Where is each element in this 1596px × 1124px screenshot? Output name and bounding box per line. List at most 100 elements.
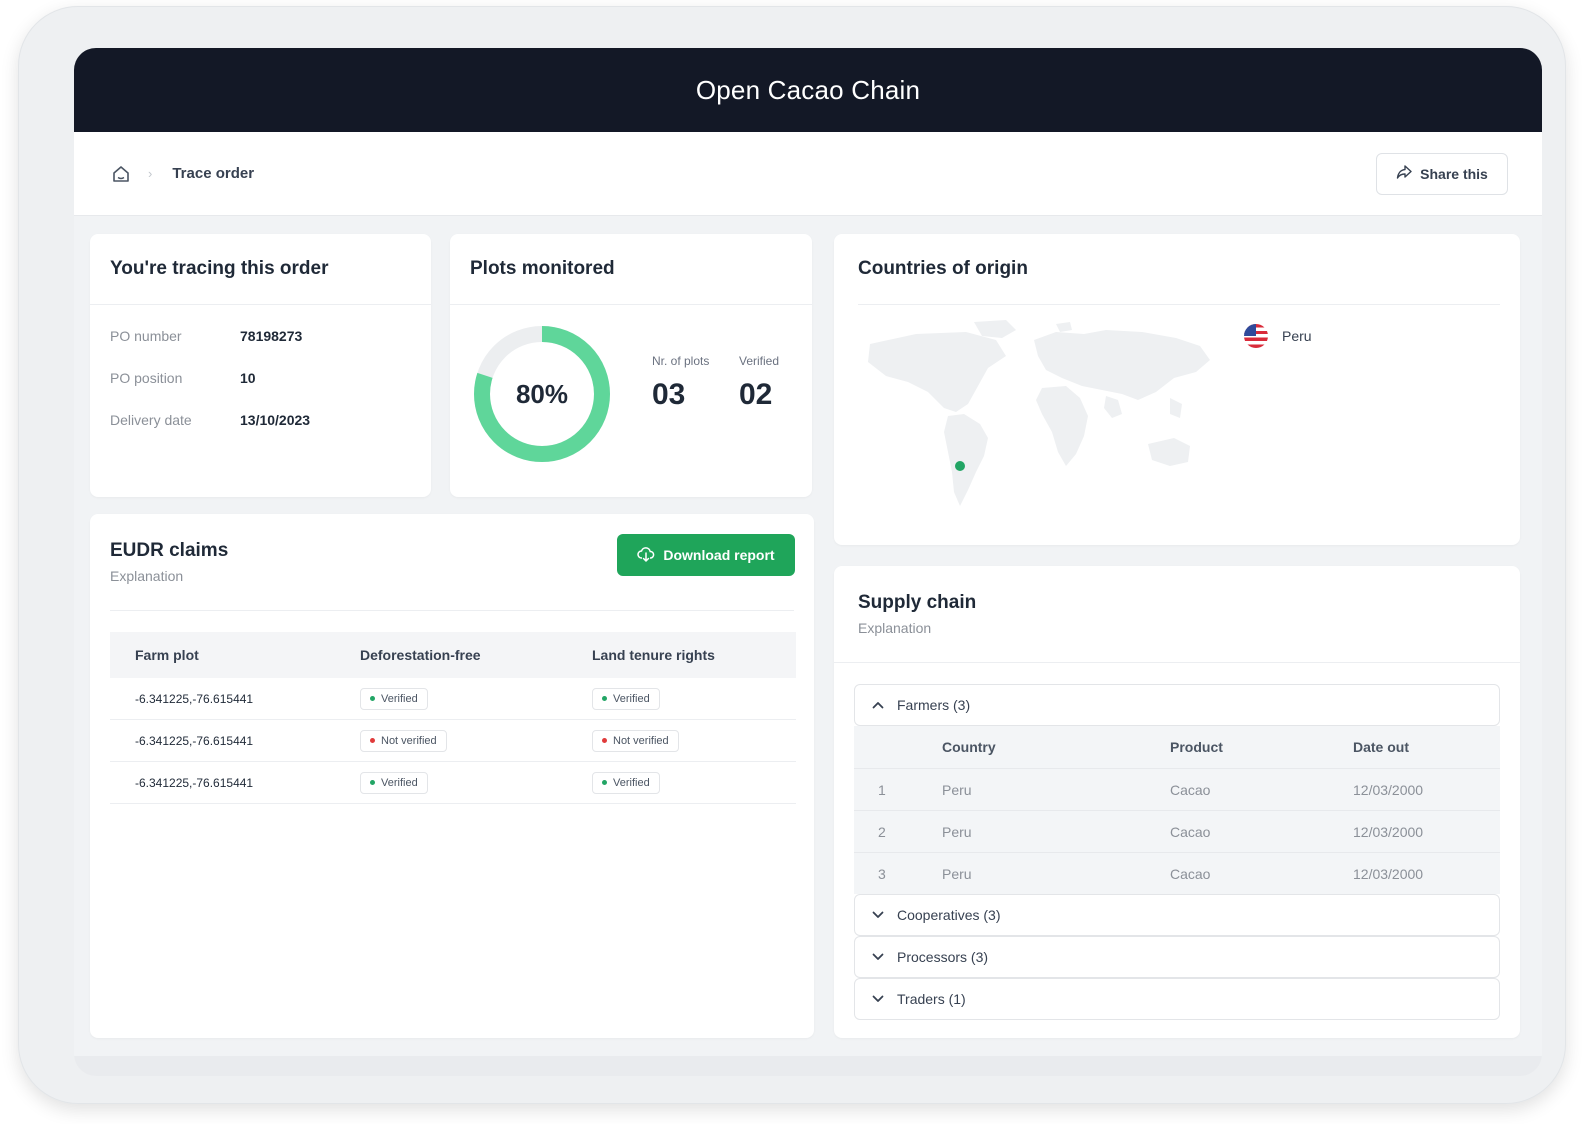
- country-name: Peru: [1282, 328, 1312, 344]
- divider: [450, 304, 812, 305]
- countries-card: Countries of origin Peru: [834, 234, 1520, 545]
- badge-label: Verified: [613, 776, 650, 789]
- app-header: Open Cacao Chain: [74, 48, 1542, 132]
- status-badge: Verified: [360, 771, 428, 794]
- eudr-table-header: Farm plot Deforestation-free Land tenure…: [110, 632, 796, 678]
- farmers-table: Country Product Date out 1 Peru Cacao 12…: [854, 726, 1500, 894]
- verified-label: Verified: [739, 354, 780, 368]
- po-number-row: PO number 78198273: [110, 328, 302, 344]
- po-number-value: 78198273: [240, 328, 303, 344]
- status-dot: [602, 780, 607, 785]
- po-position-label: PO position: [110, 370, 183, 386]
- country-header: Country: [942, 739, 996, 755]
- product-header: Product: [1170, 739, 1223, 755]
- order-card: You're tracing this order PO number 7819…: [90, 234, 431, 497]
- supply-chain-explanation: Explanation: [858, 620, 932, 636]
- plots-percent: 80%: [515, 378, 569, 409]
- status-badge: Not verified: [360, 729, 447, 752]
- badge-label: Verified: [381, 776, 418, 789]
- cooperatives-accordion[interactable]: Cooperatives (3): [854, 894, 1500, 936]
- farm-plot-cell: -6.341225,-76.615441: [135, 733, 254, 748]
- table-row: -6.341225,-76.615441 Verified Verified: [110, 678, 796, 720]
- breadcrumb-current[interactable]: Trace order: [172, 165, 254, 182]
- status-dot: [370, 780, 375, 785]
- download-report-button[interactable]: Download report: [617, 534, 795, 576]
- plots-card: Plots monitored 80% Nr. of plots 03 Veri…: [450, 234, 812, 497]
- divider: [110, 610, 794, 611]
- eudr-table: Farm plot Deforestation-free Land tenure…: [110, 632, 796, 804]
- po-number-label: PO number: [110, 328, 182, 344]
- status-badge: Not verified: [592, 729, 679, 752]
- product-cell: Cacao: [1170, 865, 1211, 882]
- status-dot: [602, 738, 607, 743]
- chevron-down-icon: [871, 950, 885, 964]
- traders-accordion[interactable]: Traders (1): [854, 978, 1500, 1020]
- date-out-header: Date out: [1353, 739, 1409, 755]
- farm-plot-cell: -6.341225,-76.615441: [135, 691, 254, 706]
- status-badge: Verified: [592, 687, 660, 710]
- country-cell: Peru: [942, 781, 972, 798]
- traders-label: Traders (1): [897, 991, 966, 1007]
- status-dot: [370, 738, 375, 743]
- nr-plots-label: Nr. of plots: [652, 354, 710, 368]
- country-cell: Peru: [942, 823, 972, 840]
- product-cell: Cacao: [1170, 823, 1211, 840]
- delivery-date-value: 13/10/2023: [240, 412, 311, 428]
- po-position-value: 10: [240, 370, 256, 386]
- share-button[interactable]: Share this: [1376, 152, 1508, 195]
- badge-label: Verified: [381, 692, 418, 705]
- nr-plots-value: 03: [652, 378, 686, 411]
- status-badge: Verified: [360, 687, 428, 710]
- delivery-date-label: Delivery date: [110, 412, 192, 428]
- po-position-row: PO position 10: [110, 370, 256, 386]
- delivery-date-row: Delivery date 13/10/2023: [110, 412, 310, 428]
- farm-plot-header: Farm plot: [135, 647, 199, 663]
- tablet-frame: Open Cacao Chain › Trace order Share thi…: [18, 6, 1566, 1104]
- row-index: 2: [878, 823, 886, 840]
- badge-label: Verified: [613, 692, 650, 705]
- us-flag-icon: [1244, 324, 1268, 348]
- farm-plot-cell: -6.341225,-76.615441: [135, 775, 254, 790]
- country-legend-item: Peru: [1244, 324, 1312, 348]
- processors-accordion[interactable]: Processors (3): [854, 936, 1500, 978]
- divider: [90, 304, 431, 305]
- home-icon[interactable]: [110, 163, 132, 185]
- peru-marker-dot: [955, 461, 965, 471]
- order-card-title: You're tracing this order: [110, 258, 329, 279]
- divider: [858, 304, 1500, 305]
- share-label: Share this: [1420, 165, 1488, 182]
- farmers-accordion[interactable]: Farmers (3): [854, 684, 1500, 726]
- eudr-card-title: EUDR claims: [110, 540, 229, 561]
- app-screen: Open Cacao Chain › Trace order Share thi…: [74, 48, 1542, 1076]
- eudr-card: EUDR claims Explanation Download report …: [90, 514, 814, 1038]
- bottom-strip: [74, 1056, 1542, 1076]
- table-row: 3 Peru Cacao 12/03/2000: [854, 852, 1500, 894]
- badge-label: Not verified: [381, 734, 437, 747]
- product-cell: Cacao: [1170, 781, 1211, 798]
- status-dot: [602, 696, 607, 701]
- row-index: 1: [878, 781, 886, 798]
- eudr-explanation: Explanation: [110, 568, 184, 584]
- land-tenure-header: Land tenure rights: [592, 647, 715, 663]
- cooperatives-label: Cooperatives (3): [897, 907, 1001, 923]
- nr-plots-stat: Nr. of plots 03: [652, 354, 709, 412]
- date-out-cell: 12/03/2000: [1353, 823, 1424, 840]
- cloud-download-icon: [637, 545, 655, 566]
- share-icon: [1396, 164, 1412, 183]
- breadcrumb: › Trace order Share this: [74, 132, 1542, 216]
- deforestation-header: Deforestation-free: [360, 647, 481, 663]
- chevron-up-icon: [871, 698, 885, 712]
- farmers-label: Farmers (3): [897, 697, 971, 713]
- plots-card-title: Plots monitored: [470, 258, 615, 279]
- world-map: [868, 320, 1210, 506]
- app-title: Open Cacao Chain: [695, 74, 921, 105]
- date-out-cell: 12/03/2000: [1353, 781, 1424, 798]
- table-row: 2 Peru Cacao 12/03/2000: [854, 810, 1500, 852]
- chevron-right-icon: ›: [148, 166, 153, 181]
- table-row: -6.341225,-76.615441 Verified Verified: [110, 762, 796, 804]
- download-report-label: Download report: [663, 547, 775, 563]
- supply-chain-title: Supply chain: [858, 592, 977, 613]
- status-dot: [370, 696, 375, 701]
- supply-chain-card: Supply chain Explanation Farmers (3) Cou…: [834, 566, 1520, 1038]
- farmers-table-header: Country Product Date out: [854, 726, 1500, 768]
